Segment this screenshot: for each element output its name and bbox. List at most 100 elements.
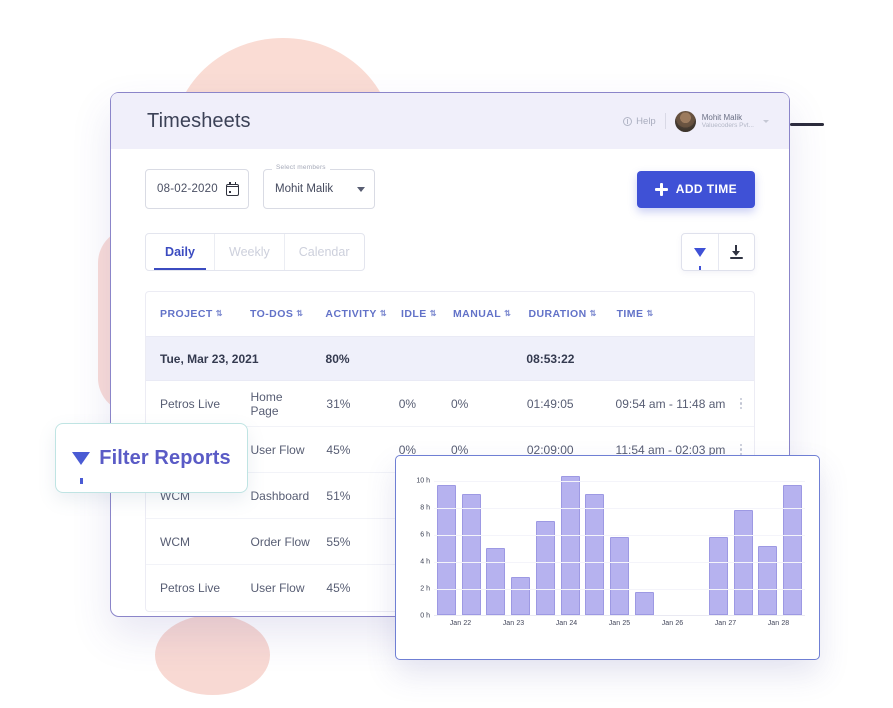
cell-project: Petros Live: [160, 581, 221, 595]
chart-bar[interactable]: [461, 493, 481, 615]
table-header-row: PROJECT ⇅ TO-DOS ⇅ ACTIVITY ⇅ IDLE ⇅ MAN…: [146, 292, 754, 336]
x-axis-tick-label: Jan 24: [555, 620, 578, 627]
cell-activity: 31%: [326, 396, 351, 411]
calendar-icon[interactable]: [226, 181, 239, 196]
tab-weekly[interactable]: Weekly: [214, 234, 284, 270]
sort-icon: ⇅: [215, 309, 223, 318]
window-header: Timesheets Help Mohit Malik Valuecoders …: [111, 93, 789, 149]
column-header-duration[interactable]: DURATION ⇅: [514, 308, 602, 320]
cell-activity: 45%: [326, 442, 351, 457]
select-members-value: Mohit Malik: [275, 183, 334, 195]
chart-x-axis: Jan 22 Jan 23 Jan 24 Jan 25 Jan 26 Jan 27 Jan …: [434, 620, 805, 636]
table-actions: [681, 233, 755, 271]
chart-bars: [434, 468, 805, 615]
column-header-todos[interactable]: TO-DOS ⇅: [236, 308, 311, 320]
chart-bar[interactable]: [708, 536, 728, 615]
x-axis-tick-label: Jan 22: [449, 620, 472, 627]
chart-bar-slot: [508, 468, 533, 615]
sort-icon: ⇅: [429, 309, 437, 318]
user-info: Mohit Malik Valuecoders Pvt...: [702, 113, 754, 130]
x-axis-tick-label: Jan 27: [714, 620, 737, 627]
column-header-idle[interactable]: IDLE ⇅: [387, 308, 439, 320]
chart-bar[interactable]: [436, 484, 456, 615]
page-title: Timesheets: [147, 109, 251, 132]
view-tabs: Daily Weekly Calendar: [145, 233, 365, 271]
cell-activity: 51%: [326, 488, 351, 503]
chart-bar[interactable]: [758, 546, 778, 615]
chart-y-axis: 0 h 2 h 4 h 6 h 8 h 10 h: [406, 468, 432, 620]
chart-bar-slot: [681, 468, 706, 615]
chart-bar[interactable]: [783, 484, 803, 615]
x-axis-tick-label: Jan 26: [661, 620, 684, 627]
date-input[interactable]: 08-02-2020: [145, 169, 249, 209]
y-axis-tick-label: 4 h: [420, 558, 430, 566]
cell-activity: 45%: [326, 581, 351, 595]
group-date: Tue, Mar 23, 2021: [160, 351, 259, 366]
row-menu-button[interactable]: [728, 444, 754, 455]
chart-bar-slot: [731, 468, 756, 615]
kebab-icon: [740, 444, 743, 455]
chart-gridline: [434, 589, 805, 591]
column-header-activity[interactable]: ACTIVITY ⇅: [311, 308, 387, 320]
chart-bar[interactable]: [511, 577, 531, 615]
y-axis-tick-label: 2 h: [420, 585, 430, 593]
header-actions: Help Mohit Malik Valuecoders Pvt...: [623, 110, 769, 132]
chart-bar-slot: [483, 468, 508, 615]
chevron-down-icon: [357, 186, 365, 192]
table-group-row: Tue, Mar 23, 2021 80% 08:53:22: [146, 336, 754, 381]
column-header-manual[interactable]: MANUAL ⇅: [439, 308, 514, 320]
add-time-label: ADD TIME: [675, 182, 737, 196]
tabs-row: Daily Weekly Calendar: [145, 233, 755, 271]
filter-button[interactable]: [682, 234, 718, 270]
chart-gridline: [434, 481, 805, 483]
chart-bar[interactable]: [560, 476, 580, 615]
cell-project: Petros Live: [160, 396, 221, 411]
y-axis-tick-label: 0 h: [420, 612, 430, 620]
sort-icon: ⇅: [379, 309, 387, 318]
tab-calendar[interactable]: Calendar: [283, 234, 364, 270]
chart-bar[interactable]: [585, 493, 605, 615]
chart-bar[interactable]: [486, 547, 506, 615]
group-duration: 08:53:22: [526, 351, 575, 366]
chart-bar-slot: [434, 468, 459, 615]
toolbar: 08-02-2020 Select members Mohit Malik AD…: [145, 164, 755, 209]
chart-bar[interactable]: [634, 592, 654, 615]
group-activity: 80%: [325, 351, 350, 366]
user-menu[interactable]: Mohit Malik Valuecoders Pvt...: [674, 110, 769, 132]
table-row[interactable]: Petros Live Home Page 31% 0% 0% 01:49:05…: [146, 381, 754, 427]
add-time-button[interactable]: ADD TIME: [636, 170, 755, 208]
sort-icon: ⇅: [646, 309, 654, 318]
chart-bar-slot: [558, 468, 583, 615]
row-menu-button[interactable]: [728, 398, 754, 409]
header-divider: [664, 113, 666, 129]
chart-bar-slot: [459, 468, 484, 615]
chart-bar-slot: [706, 468, 731, 615]
chart-bar[interactable]: [610, 536, 629, 615]
cell-idle: 0%: [398, 396, 417, 411]
y-axis-tick-label: 8 h: [420, 504, 430, 512]
cell-duration: 01:49:05: [526, 396, 574, 411]
cell-project: WCM: [160, 534, 190, 549]
help-label: Help: [636, 115, 656, 127]
cell-todos: User Flow: [250, 581, 305, 595]
plus-icon: [654, 182, 668, 196]
chart-gridline: [434, 562, 805, 564]
avatar: [674, 110, 696, 132]
filter-reports-callout[interactable]: Filter Reports: [55, 423, 248, 493]
screenshot-stage: Timesheets Help Mohit Malik Valuecoders …: [0, 0, 893, 708]
select-members-dropdown[interactable]: Select members Mohit Malik: [263, 164, 375, 209]
column-header-time[interactable]: TIME ⇅: [603, 308, 729, 320]
cell-manual: 0%: [450, 396, 469, 411]
download-button[interactable]: [717, 234, 755, 270]
filter-reports-label: Filter Reports: [99, 446, 231, 469]
cell-todos: Dashboard: [250, 488, 310, 503]
column-header-project[interactable]: PROJECT ⇅: [146, 308, 236, 320]
toolbar-left: 08-02-2020 Select members Mohit Malik: [145, 164, 375, 209]
help-link[interactable]: Help: [623, 116, 656, 127]
tab-daily[interactable]: Daily: [146, 234, 214, 270]
chart-bar-slot: [533, 468, 558, 615]
chart-bar-slot: [780, 468, 805, 615]
y-axis-tick-label: 6 h: [420, 531, 430, 539]
x-axis-tick-label: Jan 23: [502, 620, 525, 627]
chart-plot-area: [434, 468, 805, 616]
